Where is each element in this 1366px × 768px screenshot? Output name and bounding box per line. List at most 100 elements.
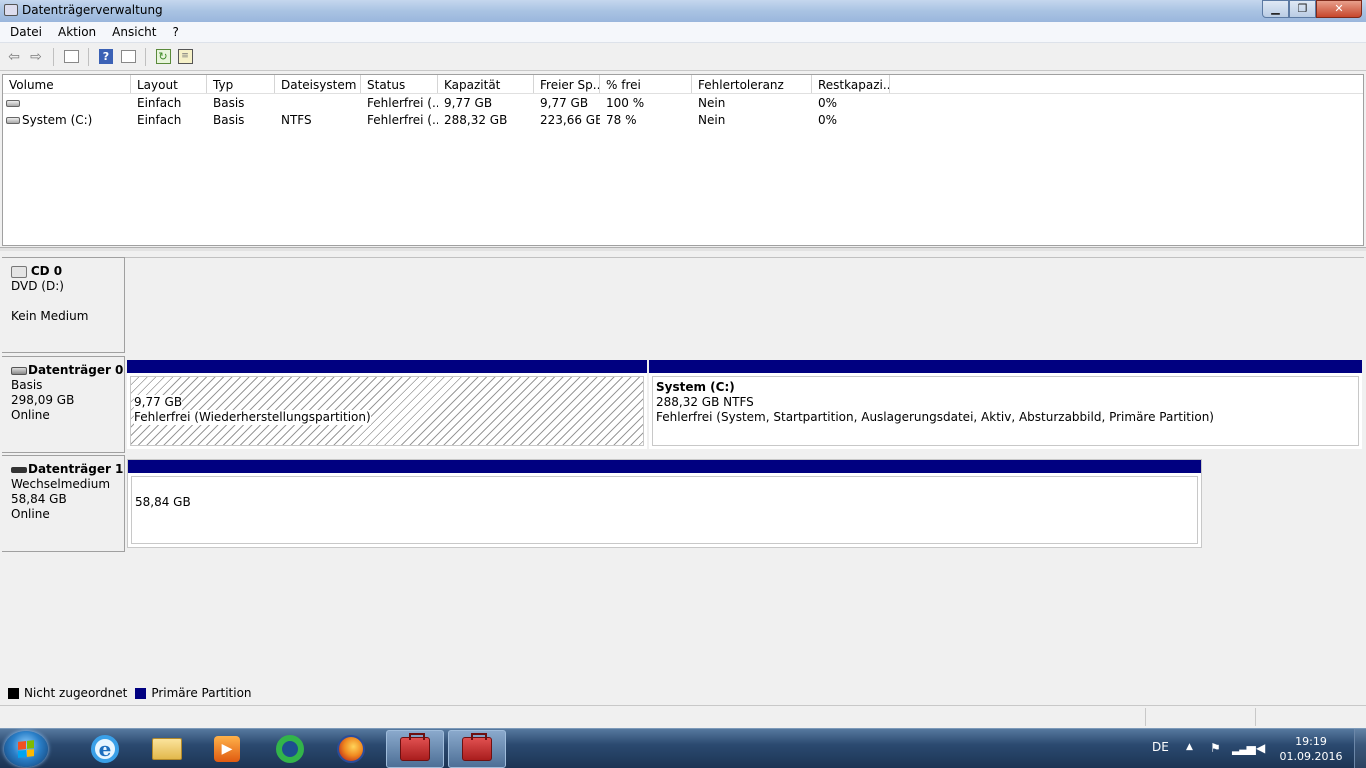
network-signal-icon[interactable]: ▂▃▅	[1232, 741, 1256, 755]
table-cell: 0%	[818, 95, 838, 110]
taskbar-green-app[interactable]	[261, 730, 319, 768]
taskbar-explorer[interactable]	[138, 730, 196, 768]
menu-datei[interactable]: Datei	[2, 25, 50, 39]
column-header[interactable]: Status	[361, 75, 438, 93]
minimize-button[interactable]: ▁	[1262, 0, 1289, 18]
column-header[interactable]: Kapazität	[438, 75, 534, 93]
refresh-icon[interactable]: ↻	[153, 47, 173, 67]
table-row[interactable]: Einfach Basis Fehlerfrei (... 9,77 GB 9,…	[3, 94, 1363, 111]
toolbar: ⇦ ⇨ ? ↻ ≡	[0, 43, 1366, 71]
disk-label-cd0[interactable]: CD 0 DVD (D:) Kein Medium	[2, 257, 125, 353]
properties-icon[interactable]	[118, 47, 138, 67]
disk-label-disk1[interactable]: Datenträger 1 Wechselmedium 58,84 GB Onl…	[2, 455, 125, 552]
windows-flag-icon	[18, 740, 34, 758]
disk-info: Online	[11, 507, 50, 521]
partition-bar	[127, 360, 647, 373]
taskbar: e ▶ DE ▲ ⚑ ▂▃▅ ◀ 19:19 01.09.2016	[0, 728, 1366, 768]
disk-info: 58,84 GB	[11, 492, 67, 506]
clock-date: 01.09.2016	[1279, 750, 1343, 763]
taskbar-firefox[interactable]	[322, 730, 380, 768]
table-cell: Nein	[698, 112, 726, 127]
computer-management-icon-2	[462, 733, 492, 761]
toolbar-separator	[145, 47, 146, 66]
partition-status: Fehlerfrei (System, Startpartition, Ausl…	[656, 410, 1214, 424]
partition-system-c[interactable]: System (C:) 288,32 GB NTFS Fehlerfrei (S…	[649, 360, 1362, 449]
list-icon[interactable]: ≡	[175, 47, 195, 67]
pane-splitter[interactable]	[0, 247, 1366, 251]
computer-management-icon	[400, 733, 430, 761]
table-cell: 9,77 GB	[540, 95, 589, 110]
table-row[interactable]: System (C:) Einfach Basis NTFS Fehlerfre…	[3, 111, 1363, 128]
menu-aktion[interactable]: Aktion	[50, 25, 104, 39]
disk-name: CD 0	[30, 264, 63, 278]
partition-body: 58,84 GB	[131, 476, 1198, 544]
menu-ansicht[interactable]: Ansicht	[104, 25, 164, 39]
action-center-icon[interactable]: ⚑	[1210, 741, 1221, 755]
legend: Nicht zugeordnet Primäre Partition	[2, 684, 1364, 702]
language-indicator[interactable]: DE	[1152, 740, 1169, 754]
disk-info: Basis	[11, 378, 43, 392]
table-cell: Fehlerfrei (...	[367, 112, 438, 127]
column-header[interactable]: Volume	[3, 75, 131, 93]
show-hidden-icons-arrow[interactable]: ▲	[1186, 742, 1193, 752]
clock[interactable]: 19:19 01.09.2016	[1276, 734, 1346, 764]
forward-arrow-icon[interactable]: ⇨	[26, 47, 46, 67]
status-segment	[1145, 708, 1146, 726]
legend-label: Nicht zugeordnet	[24, 686, 128, 700]
volume-cell: System (C:)	[3, 113, 131, 127]
table-cell: Nein	[698, 95, 726, 110]
column-header[interactable]: Fehlertoleranz	[692, 75, 812, 93]
table-cell: 223,66 GB	[540, 112, 600, 127]
cd-drive-icon	[11, 265, 27, 278]
removable-disk-icon	[11, 466, 27, 473]
start-button[interactable]	[4, 731, 48, 767]
partition-size: 58,84 GB	[135, 495, 191, 509]
close-button[interactable]: ✕	[1316, 0, 1362, 18]
taskbar-computer-management-2[interactable]	[448, 730, 506, 768]
table-cell: 288,32 GB	[444, 112, 508, 127]
disk-info: DVD (D:)	[11, 279, 64, 293]
drive-icon	[6, 99, 20, 107]
column-header[interactable]: Typ	[207, 75, 275, 93]
status-segment	[1255, 708, 1256, 726]
column-header[interactable]: Dateisystem	[275, 75, 361, 93]
volume-muted-icon[interactable]: ◀	[1256, 741, 1265, 755]
partition-recovery[interactable]: 9,77 GB Fehlerfrei (Wiederherstellungspa…	[127, 360, 647, 449]
menu-help[interactable]: ?	[164, 25, 186, 39]
console-tree-icon[interactable]	[61, 47, 81, 67]
legend-swatch-unallocated	[8, 687, 19, 699]
legend-item: Nicht zugeordnet	[8, 686, 127, 700]
table-cell: Basis	[213, 112, 245, 127]
column-header[interactable]: % frei	[600, 75, 692, 93]
disk-info	[11, 294, 124, 309]
show-desktop-button[interactable]	[1354, 729, 1366, 768]
table-cell: Einfach	[137, 112, 182, 127]
partition-removable[interactable]: 58,84 GB	[127, 459, 1202, 548]
disk-name: Datenträger 0	[28, 363, 124, 377]
disk-name: Datenträger 1	[28, 462, 124, 476]
table-cell: NTFS	[281, 112, 312, 127]
maximize-button[interactable]: ❐	[1289, 0, 1316, 18]
firefox-icon	[337, 735, 365, 763]
partition-status: Fehlerfrei (Wiederherstellungspartition)	[134, 410, 371, 425]
taskbar-media-player[interactable]: ▶	[198, 730, 256, 768]
column-header[interactable]: Freier Sp...	[534, 75, 600, 93]
explorer-folder-icon	[152, 738, 182, 760]
drive-icon	[6, 116, 20, 124]
system-tray: DE ▲ ⚑ ▂▃▅ ◀ 19:19 01.09.2016	[1136, 729, 1366, 768]
partition-bar	[128, 460, 1201, 473]
table-cell: 78 %	[606, 112, 637, 127]
partition-title: System (C:)	[656, 380, 735, 394]
back-arrow-icon[interactable]: ⇦	[4, 47, 24, 67]
column-header[interactable]: Layout	[131, 75, 207, 93]
disk-label-disk0[interactable]: Datenträger 0 Basis 298,09 GB Online	[2, 356, 125, 453]
volume-list-header: Volume Layout Typ Dateisystem Status Kap…	[3, 75, 1363, 94]
internet-explorer-icon: e	[91, 735, 119, 763]
help-icon[interactable]: ?	[96, 47, 116, 67]
disk-info: Kein Medium	[11, 309, 89, 323]
app-icon	[4, 4, 18, 16]
disk-info: 298,09 GB	[11, 393, 75, 407]
column-header[interactable]: Restkapazi...	[812, 75, 890, 93]
taskbar-internet-explorer[interactable]: e	[76, 730, 134, 768]
taskbar-computer-management[interactable]	[386, 730, 444, 768]
